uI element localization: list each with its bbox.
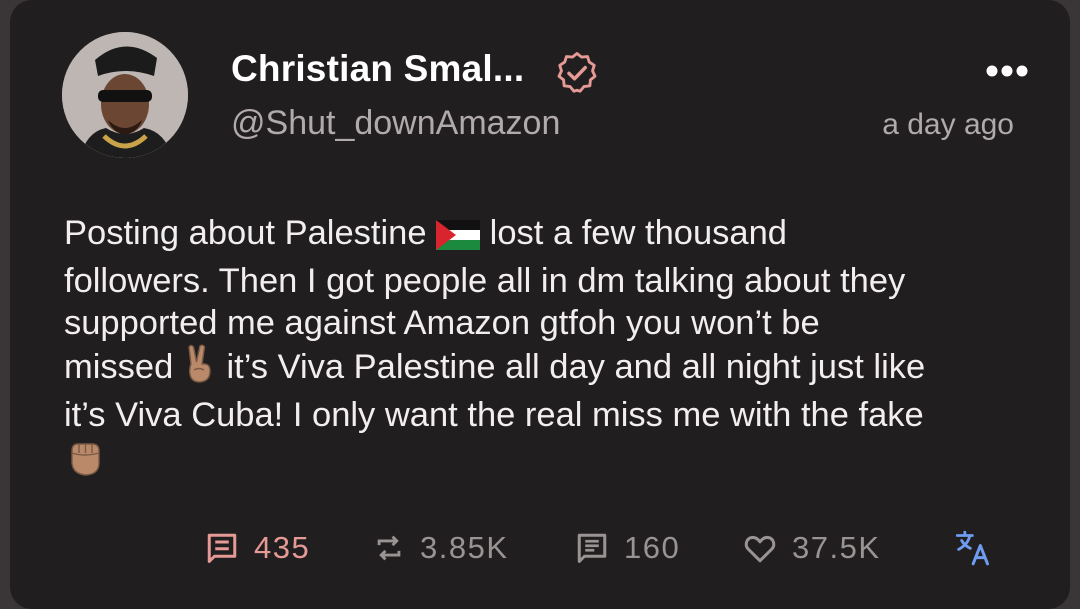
like-count: 37.5K [792, 530, 881, 565]
quote-icon [577, 533, 607, 563]
post-text-segment: it’s Viva Palestine all day and all nigh… [216, 348, 926, 386]
reply-icon [207, 533, 237, 563]
verified-badge-icon [557, 52, 597, 93]
post-text-line: missed it’s Viva Palestine all day and a… [64, 344, 1054, 394]
avatar-image [62, 32, 188, 158]
post-text-line: followers. Then I got people all in dm t… [64, 260, 1054, 302]
translate-button[interactable] [954, 526, 994, 570]
repost-button[interactable]: 3.85K [372, 526, 509, 570]
victory-hand-icon [183, 344, 217, 394]
post-timestamp: a day ago [882, 108, 1014, 141]
author-handle[interactable]: @Shut_downAmazon [231, 104, 560, 143]
quote-button[interactable]: 160 [574, 526, 680, 570]
raised-fist-icon [64, 436, 106, 488]
heart-icon [744, 535, 776, 563]
post-text-line [64, 436, 1054, 488]
repost-icon [377, 535, 401, 561]
post-text-segment: followers. Then I got people all in dm t… [64, 262, 906, 300]
post-text-segment: supported me against Amazon gtfoh you wo… [64, 304, 820, 342]
more-options-icon[interactable] [982, 60, 1032, 82]
quote-count: 160 [624, 530, 681, 565]
like-button[interactable]: 37.5K [742, 526, 881, 570]
avatar[interactable] [62, 32, 188, 158]
post-text-line: supported me against Amazon gtfoh you wo… [64, 302, 1054, 344]
author-name[interactable]: Christian Smal... [231, 48, 524, 90]
flag-icon [436, 218, 481, 260]
action-bar: 435 3.85K 160 37.5K [0, 526, 1080, 570]
post-text-line: it’s Viva Cuba! I only want the real mis… [64, 394, 1054, 436]
post-text-segment: it’s Viva Cuba! I only want the real mis… [64, 396, 924, 434]
reply-count: 435 [254, 530, 311, 565]
reply-button[interactable]: 435 [204, 526, 310, 570]
post-text-segment: lost a few thousand [480, 214, 787, 252]
post-text-segment: Posting about Palestine [64, 214, 437, 252]
post-text-line: Posting about Palestine lost a few thous… [64, 212, 1054, 260]
translate-icon [955, 530, 989, 566]
post-text-segment: missed [64, 348, 183, 386]
repost-count: 3.85K [420, 530, 509, 565]
post-card: Christian Smal... @Shut_downAmazon a day… [10, 0, 1070, 609]
post-body: Posting about Palestine lost a few thous… [64, 212, 1054, 488]
